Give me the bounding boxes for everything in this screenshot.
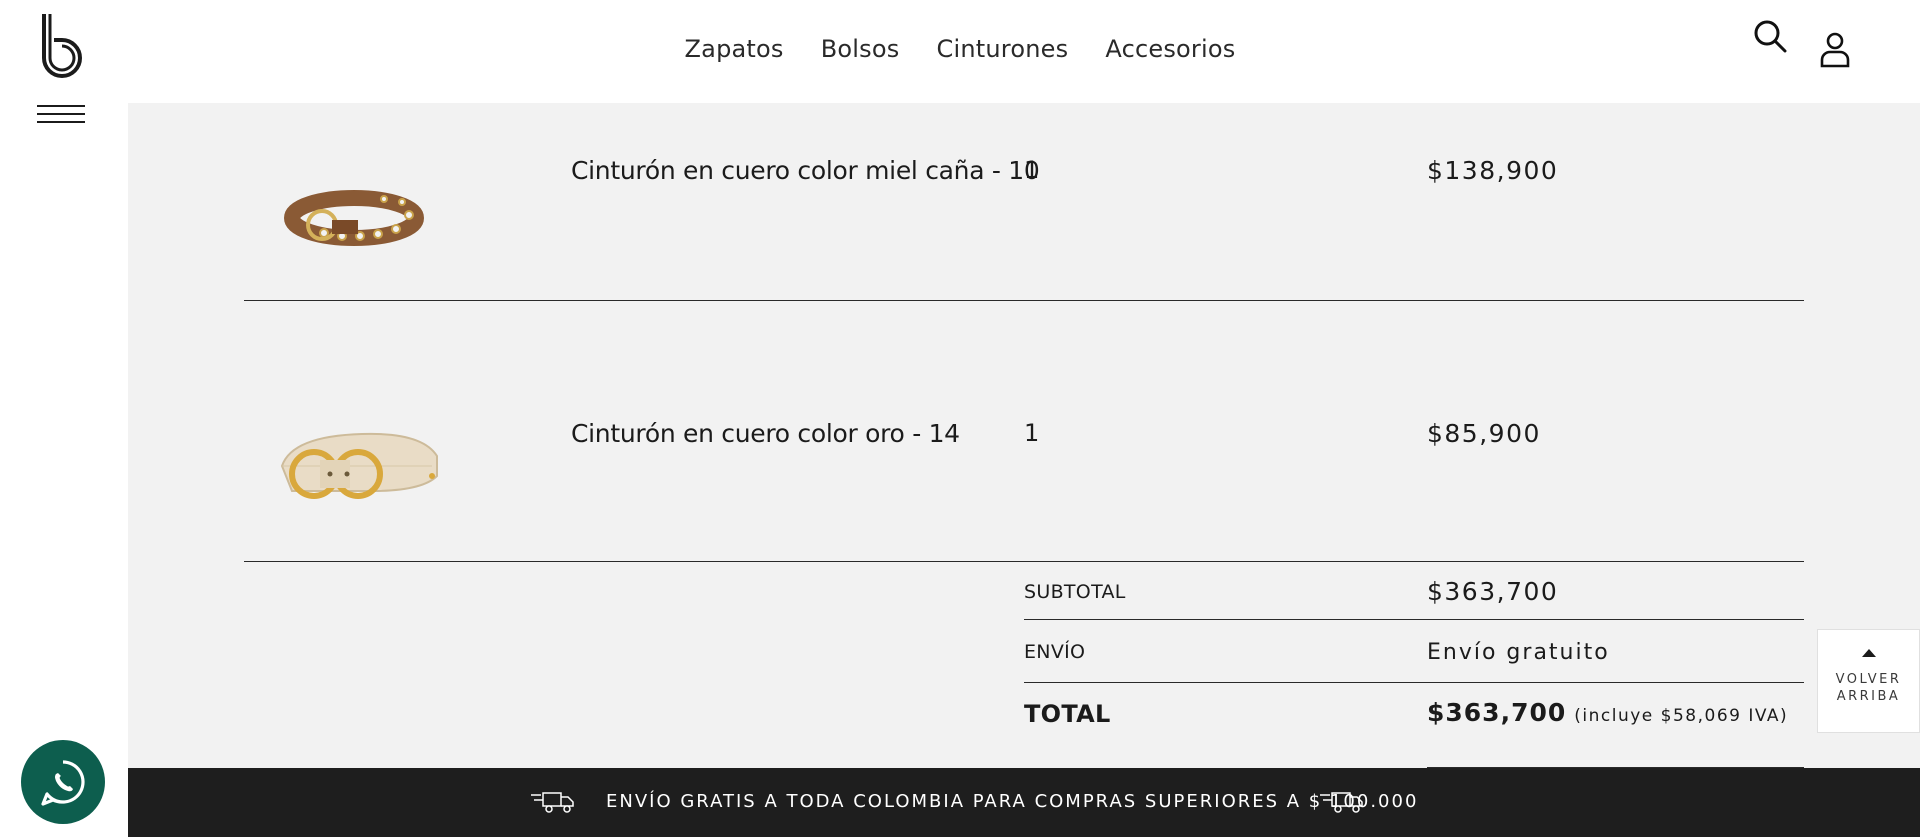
truck-icon	[1320, 792, 1363, 813]
menu-icon[interactable]	[37, 105, 85, 127]
free-shipping-banner: ENVÍO GRATIS A TODA COLOMBIA PARA COMPRA…	[128, 768, 1920, 837]
total-value-group: $363,700 (incluye $58,069 IVA)	[1427, 698, 1788, 727]
subtotal-label: SUBTOTAL	[1024, 581, 1126, 603]
shipping-value: Envío gratuito	[1427, 640, 1610, 665]
back-to-top-line1: VOLVER	[1835, 672, 1902, 687]
user-icon[interactable]	[1818, 30, 1852, 68]
arrow-up-icon	[1861, 649, 1876, 657]
total-label: TOTAL	[1024, 700, 1111, 728]
product-price: $85,900	[1427, 419, 1541, 448]
site-header: Zapatos Bolsos Cinturones Accesorios	[0, 0, 1920, 103]
divider	[1024, 619, 1804, 620]
product-qty: 1	[1024, 419, 1040, 447]
banner-text: ENVÍO GRATIS A TODA COLOMBIA PARA COMPRA…	[606, 791, 1419, 812]
main-nav: Zapatos Bolsos Cinturones Accesorios	[0, 35, 1920, 63]
nav-bolsos[interactable]: Bolsos	[821, 35, 900, 63]
subtotal-value: $363,700	[1427, 577, 1559, 606]
gold-belt-image	[280, 432, 438, 499]
divider	[1024, 682, 1804, 683]
nav-zapatos[interactable]: Zapatos	[685, 35, 784, 63]
cart-item: Cinturón en cuero color miel caña - 10 1…	[244, 103, 1804, 301]
back-to-top-button[interactable]: VOLVER ARRIBA	[1817, 629, 1920, 733]
search-icon[interactable]	[1752, 18, 1788, 54]
nav-cinturones[interactable]: Cinturones	[937, 35, 1069, 63]
product-qty: 1	[1024, 156, 1040, 184]
shipping-label: ENVÍO	[1024, 641, 1086, 663]
whatsapp-icon	[41, 760, 85, 806]
total-value: $363,700	[1427, 698, 1567, 727]
brown-belt-image	[284, 190, 424, 246]
back-to-top-line2: ARRIBA	[1836, 689, 1901, 704]
whatsapp-button[interactable]	[21, 740, 105, 824]
product-name[interactable]: Cinturón en cuero color miel caña - 10	[571, 156, 1040, 185]
left-sidebar	[0, 103, 128, 837]
product-price: $138,900	[1427, 156, 1559, 185]
cart-item: Cinturón en cuero color oro - 14 1 $85,9…	[244, 301, 1804, 562]
nav-accesorios[interactable]: Accesorios	[1105, 35, 1235, 63]
product-name[interactable]: Cinturón en cuero color oro - 14	[571, 419, 960, 448]
total-iva: (incluye $58,069 IVA)	[1574, 706, 1789, 726]
truck-icon	[531, 792, 574, 813]
